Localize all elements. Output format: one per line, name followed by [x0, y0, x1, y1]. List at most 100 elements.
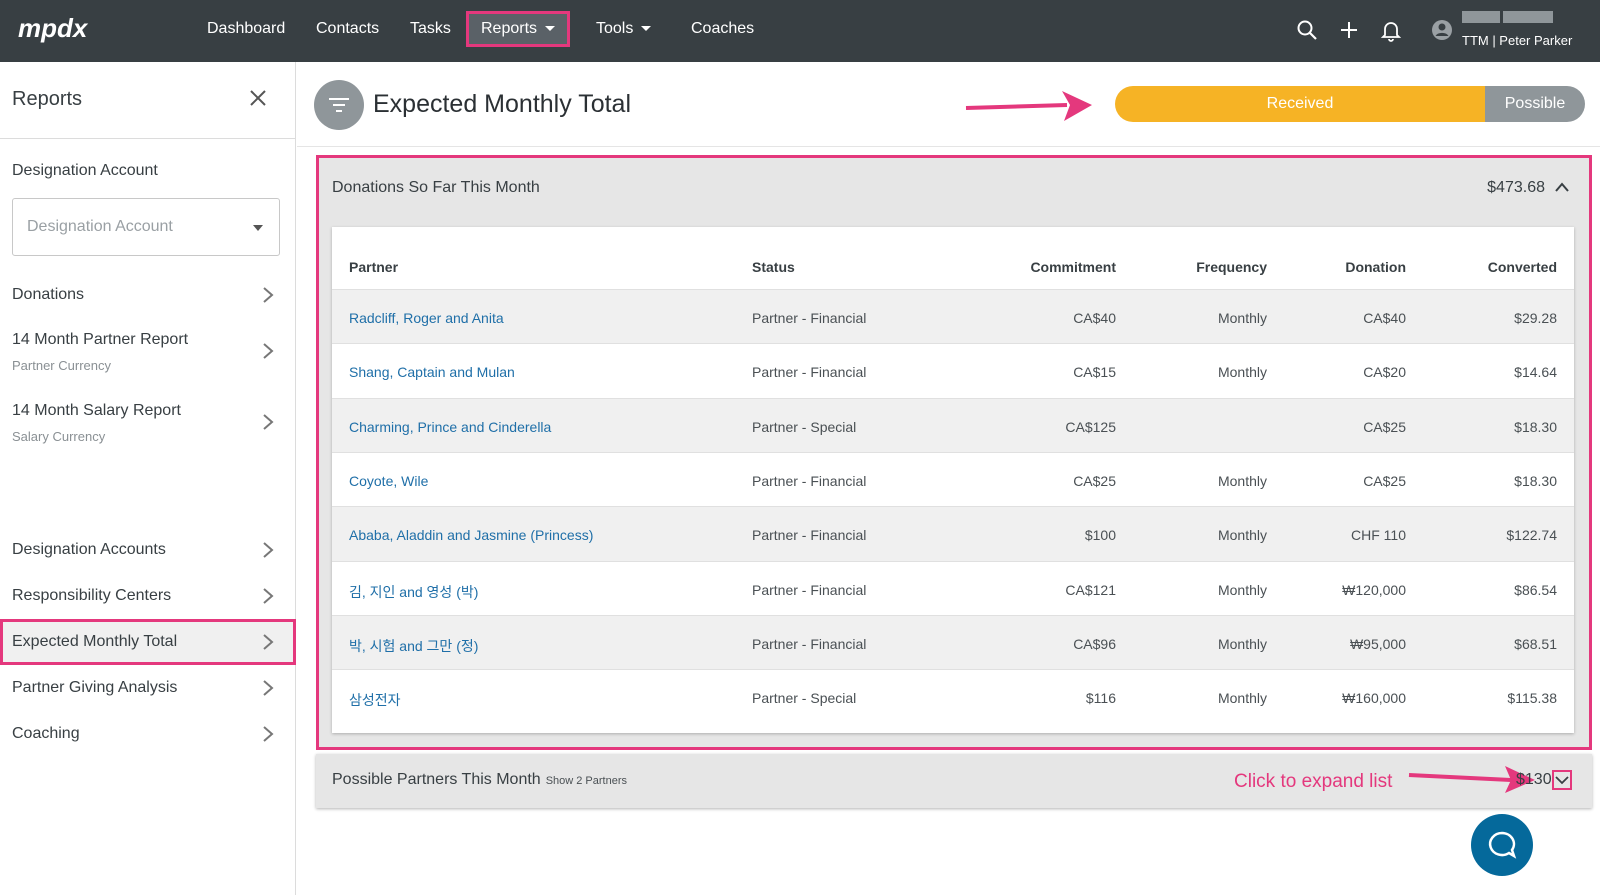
- plus-icon[interactable]: [1337, 18, 1361, 42]
- partner-name-link[interactable]: Shang, Captain and Mulan: [349, 364, 515, 380]
- donations-panel-title: Donations So Far This Month: [332, 179, 540, 196]
- nav-tools-label: Tools: [596, 20, 634, 37]
- table-row: Coyote, Wile Partner - Financial CA$25 Mont…: [332, 451, 1574, 507]
- nav-reports-label: Reports: [481, 20, 538, 37]
- converted-amount: $18.30: [1514, 472, 1557, 489]
- chevron-down-icon: [1555, 776, 1569, 785]
- donation-amount: ₩95,000: [1349, 635, 1406, 652]
- donations-panel-body: Partner Status Commitment Frequency Dona…: [319, 220, 1589, 747]
- commitment-amount: CA$40: [1073, 310, 1116, 326]
- partner-status: Partner - Special: [752, 418, 857, 435]
- sidebar-item-14-month-partner-report[interactable]: 14 Month Partner Report Partner Currency: [0, 322, 296, 382]
- partner-name-link[interactable]: Charming, Prince and Cinderella: [349, 419, 551, 435]
- converted-amount: $86.54: [1514, 581, 1557, 598]
- converted-amount: $14.64: [1514, 364, 1557, 381]
- chevron-right-icon: [263, 680, 274, 696]
- sidebar-item-designation-accounts[interactable]: Designation Accounts: [0, 531, 296, 571]
- show-partners-link[interactable]: Show 2 Partners: [546, 775, 627, 787]
- chevron-right-icon: [263, 414, 274, 430]
- user-account-redacted: [1503, 11, 1553, 23]
- sidebar-item-coaching[interactable]: Coaching: [0, 715, 296, 755]
- close-icon[interactable]: [248, 88, 268, 108]
- toggle-possible-button[interactable]: Possible: [1485, 86, 1585, 122]
- commitment-amount: CA$125: [1065, 418, 1116, 435]
- toggle-received-button[interactable]: Received: [1115, 86, 1485, 122]
- pledge-frequency: Monthly: [1217, 310, 1267, 326]
- donation-amount: CA$25: [1363, 472, 1406, 489]
- designation-account-select[interactable]: Designation Account: [12, 198, 280, 256]
- column-header-status[interactable]: Status: [752, 259, 795, 275]
- pledge-frequency: Monthly: [1217, 364, 1267, 381]
- donations-table: Partner Status Commitment Frequency Dona…: [332, 227, 1574, 733]
- designation-account-label: Designation Account: [12, 162, 158, 179]
- expand-possible-partners-button[interactable]: [1552, 770, 1572, 790]
- pledge-frequency: Monthly: [1217, 527, 1267, 544]
- pledge-frequency: Monthly: [1217, 690, 1267, 707]
- partner-name-link[interactable]: 박, 시험 and 그만 (정): [349, 636, 478, 656]
- partner-name-link[interactable]: 김, 지인 and 영성 (박): [349, 582, 478, 602]
- sidebar-item-label: 14 Month Salary Report: [12, 402, 181, 419]
- sidebar-item-sublabel: Partner Currency: [12, 358, 111, 373]
- nav-dashboard[interactable]: Dashboard: [207, 0, 285, 62]
- donation-amount: CA$25: [1363, 418, 1406, 435]
- search-icon[interactable]: [1295, 18, 1319, 42]
- filter-icon: [329, 98, 349, 112]
- help-chat-button[interactable]: [1471, 814, 1533, 876]
- table-row: Radcliff, Roger and Anita Partner - Finan…: [332, 289, 1574, 344]
- sidebar-item-label: Expected Monthly Total: [12, 633, 178, 650]
- nav-contacts[interactable]: Contacts: [316, 0, 379, 62]
- partner-status: Partner - Financial: [752, 581, 867, 598]
- chevron-right-icon: [263, 287, 274, 303]
- user-name[interactable]: TTM | Peter Parker: [1462, 33, 1572, 48]
- donation-amount: ₩120,000: [1342, 581, 1406, 598]
- column-header-converted[interactable]: Converted: [1488, 259, 1557, 275]
- sidebar-item-label: Coaching: [12, 725, 80, 742]
- column-header-frequency[interactable]: Frequency: [1196, 259, 1267, 275]
- commitment-amount: CA$25: [1073, 472, 1116, 489]
- sidebar-item-responsibility-centers[interactable]: Responsibility Centers: [0, 577, 296, 617]
- nav-tasks[interactable]: Tasks: [410, 0, 451, 62]
- nav-coaches[interactable]: Coaches: [691, 0, 754, 62]
- possible-partners-panel[interactable]: Possible Partners This Month Show 2 Partn…: [316, 754, 1592, 808]
- pledge-frequency: Monthly: [1217, 635, 1267, 652]
- table-row: 삼성전자 Partner - Special $116 Monthly ₩160,000…: [332, 669, 1574, 724]
- caret-down-icon: [253, 225, 263, 231]
- donation-amount: CA$20: [1363, 364, 1406, 381]
- column-header-partner[interactable]: Partner: [349, 259, 398, 275]
- chevron-up-icon[interactable]: [1555, 182, 1569, 192]
- partner-name-link[interactable]: Coyote, Wile: [349, 473, 428, 489]
- sidebar-item-partner-giving-analysis[interactable]: Partner Giving Analysis: [0, 669, 296, 709]
- commitment-amount: CA$96: [1073, 635, 1116, 652]
- annotation-arrow: [965, 91, 1092, 121]
- caret-down-icon: [641, 26, 652, 32]
- sidebar-item-donations[interactable]: Donations: [0, 275, 296, 315]
- filter-button[interactable]: [314, 80, 364, 130]
- table-row: Charming, Prince and Cinderella Partner -…: [332, 397, 1574, 453]
- sidebar-item-label: Responsibility Centers: [12, 587, 172, 604]
- top-navbar: mpdx Dashboard Contacts Tasks Reports To…: [0, 0, 1600, 62]
- received-possible-toggle: Received Possible: [1115, 86, 1585, 122]
- pledge-frequency: Monthly: [1217, 472, 1267, 489]
- chevron-right-icon: [263, 634, 274, 650]
- column-header-commitment[interactable]: Commitment: [1030, 259, 1116, 275]
- user-icon[interactable]: [1430, 18, 1454, 42]
- nav-tools[interactable]: Tools: [596, 0, 652, 62]
- partner-name-link[interactable]: Radcliff, Roger and Anita: [349, 310, 504, 326]
- nav-reports[interactable]: Reports: [466, 11, 571, 47]
- possible-partners-total: $130: [1516, 771, 1552, 788]
- sidebar-item-expected-monthly-total[interactable]: Expected Monthly Total: [0, 619, 296, 665]
- possible-partners-title-text: Possible Partners This Month: [332, 771, 541, 788]
- sidebar-item-label: 14 Month Partner Report: [12, 331, 189, 348]
- partner-status: Partner - Financial: [752, 364, 867, 381]
- column-header-donation[interactable]: Donation: [1345, 259, 1406, 275]
- sidebar-item-14-month-salary-report[interactable]: 14 Month Salary Report Salary Currency: [0, 394, 296, 454]
- partner-name-link[interactable]: 삼성전자: [349, 690, 401, 710]
- sidebar-header: Reports: [0, 62, 296, 139]
- bell-icon[interactable]: [1379, 18, 1403, 42]
- donation-amount: ₩160,000: [1342, 690, 1406, 707]
- donations-panel-header[interactable]: Donations So Far This Month $473.68: [319, 158, 1589, 220]
- mpdx-logo[interactable]: mpdx: [18, 12, 108, 46]
- partner-name-link[interactable]: Ababa, Aladdin and Jasmine (Princess): [349, 527, 593, 543]
- designation-account-placeholder: Designation Account: [27, 218, 173, 235]
- header-divider: [297, 146, 1600, 147]
